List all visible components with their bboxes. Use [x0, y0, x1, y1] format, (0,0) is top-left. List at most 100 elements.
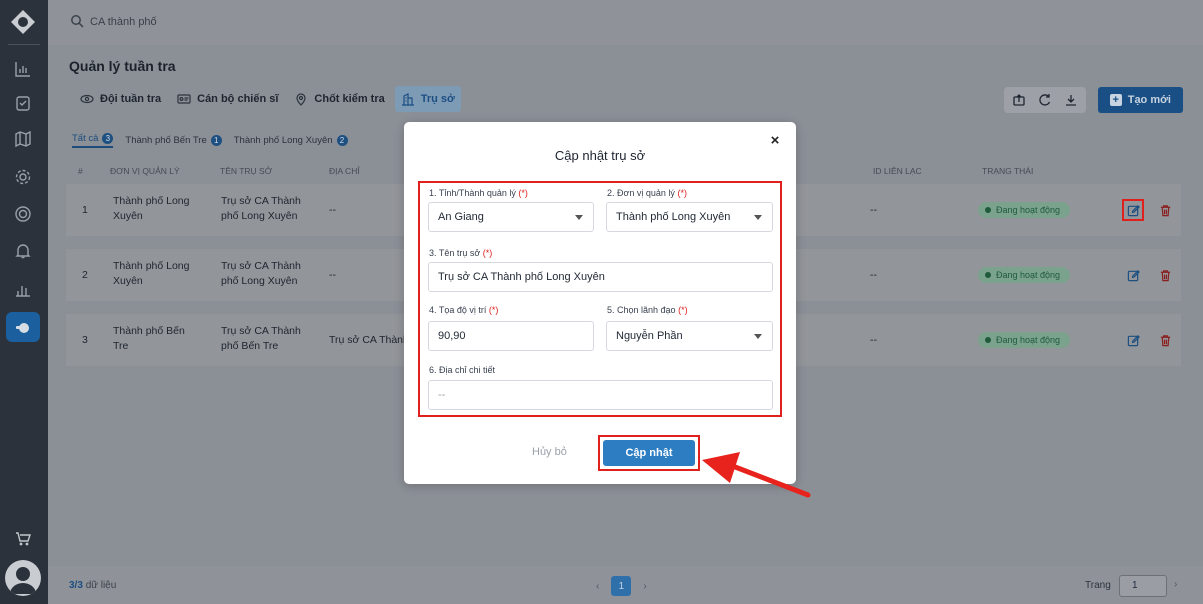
- record-count: 3/3 dữ liệu: [69, 580, 117, 591]
- cart-icon: [16, 532, 31, 546]
- tab-headquarters[interactable]: Trụ sở: [394, 86, 461, 112]
- share-button[interactable]: [1007, 89, 1031, 111]
- address-label: 6. Địa chỉ chi tiết: [429, 365, 496, 375]
- bell-icon: [15, 244, 31, 259]
- address-cell: --: [329, 204, 336, 216]
- target-icon: [15, 206, 31, 222]
- tab-patrol-team[interactable]: Đội tuần tra: [74, 86, 167, 112]
- sidebar-item-alerts[interactable]: [6, 236, 40, 266]
- count-badge: 1: [210, 135, 222, 146]
- filter-tabs: Tất cả 3 Thành phố Bến Tre 1 Thành phố L…: [72, 133, 348, 148]
- page-title: Quản lý tuần tra: [69, 58, 176, 74]
- toolbar: + Tạo mới: [1003, 87, 1183, 113]
- table-footer: 3/3 dữ liệu ‹ 1 › Trang 1 ›: [48, 566, 1203, 604]
- edit-button[interactable]: [1124, 331, 1142, 349]
- unit-cell: Thành phố Long Xuyên: [113, 260, 190, 287]
- name-cell: Trụ sở CA Thành phố Bến Tre: [221, 325, 301, 352]
- edit-icon: [1127, 204, 1140, 216]
- status-badge: Đang hoạt động: [978, 267, 1071, 283]
- page-input[interactable]: 1: [1119, 575, 1167, 597]
- sidebar-item-map[interactable]: [6, 124, 40, 154]
- page-label: Trang: [1085, 580, 1111, 591]
- export-tools: [1003, 87, 1086, 113]
- edit-button[interactable]: [1124, 266, 1142, 284]
- tab-officers[interactable]: Cán bộ chiến sĩ: [171, 86, 284, 112]
- filter-tab-label: Tất cả: [72, 133, 99, 144]
- chevron-down-icon: [754, 215, 762, 220]
- sidebar-item-tasks[interactable]: [6, 88, 40, 118]
- unit-select[interactable]: Thành phố Long Xuyên: [606, 202, 773, 232]
- column-header: ĐƠN VỊ QUẢN LÝ: [110, 166, 180, 176]
- create-button[interactable]: + Tạo mới: [1097, 87, 1183, 113]
- tab-label: Chốt kiểm tra: [314, 93, 385, 105]
- row-index: 1: [82, 204, 88, 216]
- sidebar-item-settings[interactable]: [6, 162, 40, 192]
- refresh-button[interactable]: [1033, 89, 1057, 111]
- filter-tab-ben-tre[interactable]: Thành phố Bến Tre 1: [125, 133, 222, 148]
- share-icon: [1013, 94, 1025, 106]
- count-badge: 2: [336, 135, 348, 146]
- refresh-icon: [1039, 94, 1050, 106]
- bar-chart-icon: [15, 62, 30, 77]
- row-index: 2: [82, 269, 88, 281]
- leader-select[interactable]: Nguyễn Phần: [606, 321, 773, 351]
- next-page-button[interactable]: ›: [1174, 579, 1177, 590]
- plus-icon: +: [1109, 94, 1122, 106]
- next-page-icon[interactable]: ›: [643, 581, 646, 592]
- location-pin-icon: [296, 93, 307, 106]
- name-input[interactable]: Trụ sở CA Thành phố Long Xuyên: [428, 262, 773, 292]
- column-header: ID LIÊN LẠC: [873, 166, 922, 176]
- submit-highlight: Cập nhật: [598, 435, 700, 471]
- address-input[interactable]: --: [428, 380, 773, 410]
- chevron-down-icon: [575, 215, 583, 220]
- name-label: 3. Tên trụ sở (*): [429, 248, 493, 258]
- building-icon: [401, 93, 414, 106]
- logo-icon[interactable]: [9, 8, 37, 36]
- id-card-icon: [177, 94, 191, 104]
- address-cell: --: [329, 269, 336, 281]
- sidebar-divider: [8, 44, 40, 45]
- search-input[interactable]: [90, 13, 390, 31]
- count-badge: 3: [102, 133, 114, 144]
- user-avatar-icon: [10, 567, 36, 594]
- province-select[interactable]: An Giang: [428, 202, 594, 232]
- sidebar-item-statistics[interactable]: [6, 54, 40, 84]
- download-button[interactable]: [1059, 89, 1083, 111]
- annotation-arrow-icon: [702, 452, 811, 498]
- close-icon[interactable]: ×: [768, 133, 782, 148]
- name-cell: Trụ sở CA Thành phố Long Xuyên: [221, 195, 301, 222]
- search-icon: [71, 15, 84, 28]
- create-button-label: Tạo mới: [1127, 94, 1171, 106]
- edit-icon: [1127, 269, 1140, 281]
- address-cell: Trụ sở CA Thành: [329, 334, 409, 346]
- row-index: 3: [82, 334, 88, 346]
- page-number-button[interactable]: 1: [611, 576, 632, 596]
- dialog-title: Cập nhật trụ sở: [554, 148, 646, 163]
- avatar[interactable]: [5, 560, 41, 596]
- update-headquarters-dialog: Cập nhật trụ sở × 1. Tỉnh/Thành quản lý …: [404, 122, 796, 484]
- column-header: TRẠNG THÁI: [982, 166, 1034, 176]
- chevron-down-icon: [754, 334, 762, 339]
- edit-icon: [1127, 334, 1140, 346]
- sidebar-item-cart[interactable]: [6, 524, 40, 554]
- province-label: 1. Tỉnh/Thành quản lý (*): [429, 188, 528, 198]
- delete-button[interactable]: [1156, 266, 1174, 284]
- cancel-button[interactable]: Hủy bỏ: [532, 446, 567, 458]
- unit-label: 2. Đơn vị quản lý (*): [607, 188, 687, 198]
- coords-label: 4. Tọa độ vị trí (*): [429, 305, 499, 315]
- sidebar-item-target[interactable]: [6, 199, 40, 229]
- delete-button[interactable]: [1156, 201, 1174, 219]
- filter-tab-long-xuyen[interactable]: Thành phố Long Xuyên 2: [234, 133, 348, 148]
- tab-checkpoints[interactable]: Chốt kiểm tra: [288, 86, 390, 112]
- prev-page-icon[interactable]: ‹: [596, 581, 599, 592]
- delete-button[interactable]: [1156, 331, 1174, 349]
- filter-tab-all[interactable]: Tất cả 3: [72, 133, 114, 148]
- update-button[interactable]: Cập nhật: [603, 440, 695, 466]
- coords-input[interactable]: 90,90: [428, 321, 594, 351]
- sidebar-item-patrol[interactable]: [6, 312, 40, 342]
- sidebar-item-reports[interactable]: [6, 274, 40, 304]
- filter-tab-label: Thành phố Long Xuyên: [233, 135, 333, 146]
- trash-icon: [1160, 269, 1170, 281]
- sidebar: [0, 0, 48, 604]
- edit-button[interactable]: [1122, 199, 1144, 221]
